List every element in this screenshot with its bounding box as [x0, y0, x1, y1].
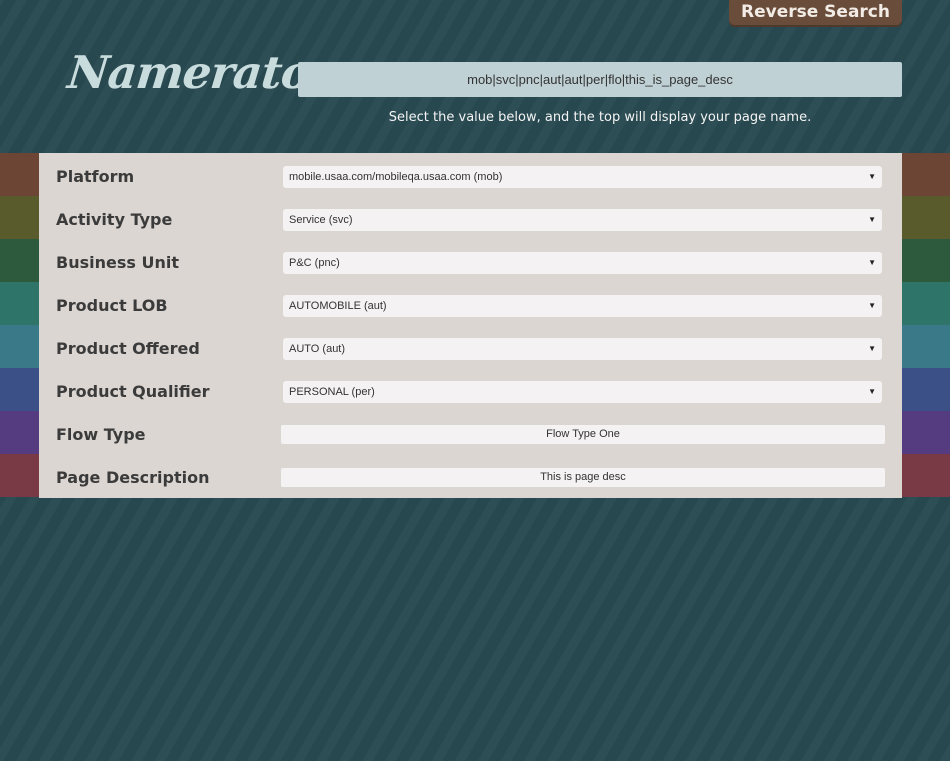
- product-qualifier-label: Product Qualifier: [56, 382, 210, 401]
- activity-type-select-value: Service (svc): [289, 214, 353, 226]
- form-panel: Platform mobile.usaa.com/mobileqa.usaa.c…: [39, 153, 902, 498]
- form-row-business-unit: Business Unit P&C (pnc) ▼: [39, 239, 902, 282]
- product-lob-select[interactable]: AUTOMOBILE (aut) ▼: [283, 295, 882, 317]
- chevron-down-icon: ▼: [868, 258, 876, 267]
- product-lob-label: Product LOB: [56, 296, 168, 315]
- chevron-down-icon: ▼: [868, 344, 876, 353]
- page-description-label: Page Description: [56, 468, 210, 487]
- flow-type-input[interactable]: Flow Type One: [281, 425, 885, 444]
- instruction-text: Select the value below, and the top will…: [388, 110, 812, 125]
- product-offered-label: Product Offered: [56, 339, 200, 358]
- platform-label: Platform: [56, 167, 135, 186]
- page-name-output[interactable]: mob|svc|pnc|aut|aut|per|flo|this_is_page…: [298, 62, 902, 97]
- chevron-down-icon: ▼: [868, 387, 876, 396]
- business-unit-label: Business Unit: [56, 253, 179, 272]
- business-unit-select[interactable]: P&C (pnc) ▼: [283, 252, 882, 274]
- business-unit-select-value: P&C (pnc): [289, 257, 340, 269]
- page-description-input[interactable]: This is page desc: [281, 468, 885, 487]
- form-row-product-lob: Product LOB AUTOMOBILE (aut) ▼: [39, 282, 902, 325]
- chevron-down-icon: ▼: [868, 301, 876, 310]
- platform-select[interactable]: mobile.usaa.com/mobileqa.usaa.com (mob) …: [283, 166, 882, 188]
- flow-type-label: Flow Type: [56, 425, 146, 444]
- form-row-product-qualifier: Product Qualifier PERSONAL (per) ▼: [39, 368, 902, 411]
- form-row-product-offered: Product Offered AUTO (aut) ▼: [39, 325, 902, 368]
- product-offered-select[interactable]: AUTO (aut) ▼: [283, 338, 882, 360]
- activity-type-select[interactable]: Service (svc) ▼: [283, 209, 882, 231]
- form-row-platform: Platform mobile.usaa.com/mobileqa.usaa.c…: [39, 153, 902, 196]
- form-row-activity-type: Activity Type Service (svc) ▼: [39, 196, 902, 239]
- chevron-down-icon: ▼: [868, 172, 876, 181]
- platform-select-value: mobile.usaa.com/mobileqa.usaa.com (mob): [289, 171, 503, 183]
- reverse-search-button[interactable]: Reverse Search: [729, 0, 902, 27]
- product-lob-select-value: AUTOMOBILE (aut): [289, 300, 387, 312]
- form-row-page-description: Page Description This is page desc: [39, 454, 902, 497]
- activity-type-label: Activity Type: [56, 210, 173, 229]
- product-qualifier-select-value: PERSONAL (per): [289, 386, 375, 398]
- chevron-down-icon: ▼: [868, 215, 876, 224]
- form-row-flow-type: Flow Type Flow Type One: [39, 411, 902, 454]
- namerator-logo: Namerator: [65, 46, 336, 99]
- product-qualifier-select[interactable]: PERSONAL (per) ▼: [283, 381, 882, 403]
- product-offered-select-value: AUTO (aut): [289, 343, 346, 355]
